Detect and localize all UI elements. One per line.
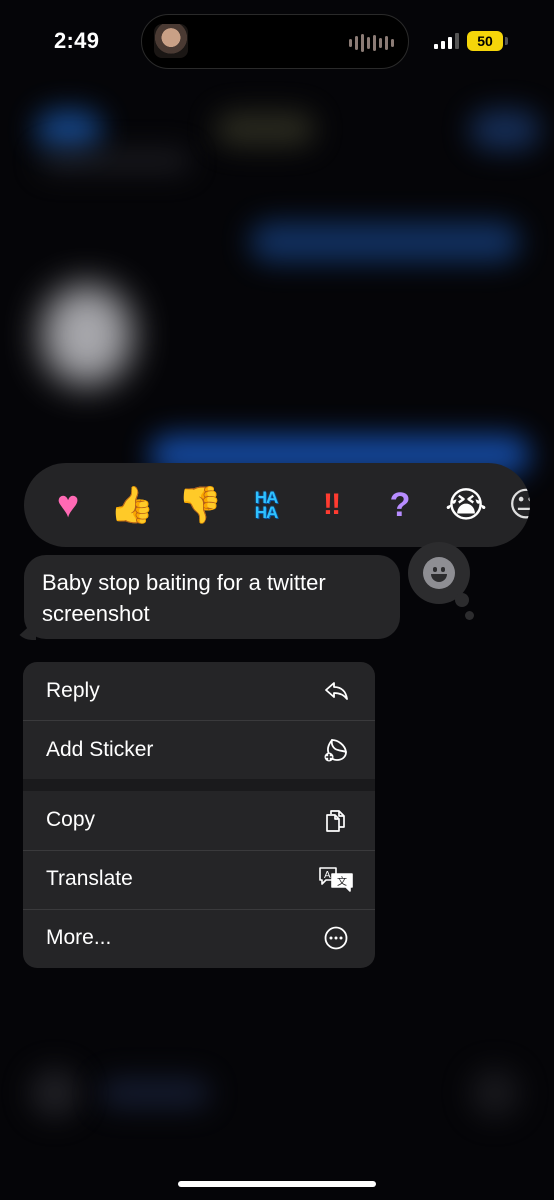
- sticker-icon: [324, 739, 347, 762]
- heart-reaction-icon[interactable]: ♥: [44, 481, 92, 529]
- home-indicator[interactable]: [178, 1181, 376, 1187]
- crying-reaction-icon[interactable]: 😭: [442, 481, 490, 529]
- blurred-plus-button: [30, 1068, 80, 1118]
- more-icon: [324, 926, 348, 950]
- menu-item-more[interactable]: More...: [23, 909, 375, 967]
- message-bubble[interactable]: Baby stop baiting for a twitter screensh…: [24, 555, 400, 639]
- copy-icon: [326, 810, 345, 832]
- reaction-bubble-tail: [455, 593, 469, 607]
- more-emoji-reaction-icon[interactable]: 😐: [502, 481, 530, 529]
- battery-cap: [505, 37, 508, 45]
- svg-text:文: 文: [337, 875, 347, 888]
- battery-indicator: 50: [467, 31, 503, 51]
- menu-group-gap: [23, 779, 375, 791]
- translate-icon: A 文: [319, 867, 353, 892]
- smiley-add-icon[interactable]: [423, 557, 455, 589]
- menu-item-reply[interactable]: Reply: [23, 662, 375, 720]
- dynamic-island[interactable]: [141, 14, 409, 69]
- tapback-reaction-bar: ♥ 👍 👎 HA HA ‼ ? 😭 😐: [24, 463, 530, 547]
- svg-text:A: A: [324, 870, 331, 881]
- blurred-message: [250, 222, 520, 262]
- menu-item-copy[interactable]: Copy: [23, 791, 375, 849]
- audio-waveform-icon: [349, 33, 394, 53]
- status-time: 2:49: [54, 28, 100, 53]
- cellular-signal-icon: [434, 33, 459, 49]
- message-context-menu: Reply Add Sticker Copy Translate A 文 Mor…: [23, 662, 375, 968]
- thumbs-down-reaction-icon[interactable]: 👎: [176, 481, 224, 529]
- exclamation-reaction-icon[interactable]: ‼: [308, 481, 356, 529]
- blurred-input-field: [100, 1078, 210, 1108]
- blurred-mic-button: [470, 1068, 520, 1118]
- now-playing-artwork: [154, 24, 188, 58]
- blurred-contact-name: [215, 112, 315, 146]
- haha-reaction-icon[interactable]: HA HA: [242, 481, 290, 529]
- menu-item-add-sticker[interactable]: Add Sticker: [23, 721, 375, 779]
- reaction-bubble-tail: [465, 611, 474, 620]
- question-reaction-icon[interactable]: ?: [376, 481, 424, 529]
- blurred-sticker: [42, 285, 132, 385]
- menu-item-translate[interactable]: Translate A 文: [23, 850, 375, 908]
- haha-line-2: HA: [254, 503, 279, 522]
- thumbs-up-reaction-icon[interactable]: 👍: [108, 481, 156, 529]
- blurred-back-button: [36, 110, 102, 150]
- blurred-video-button: [470, 110, 540, 150]
- reply-icon: [325, 682, 348, 700]
- blurred-subtitle: [40, 150, 190, 172]
